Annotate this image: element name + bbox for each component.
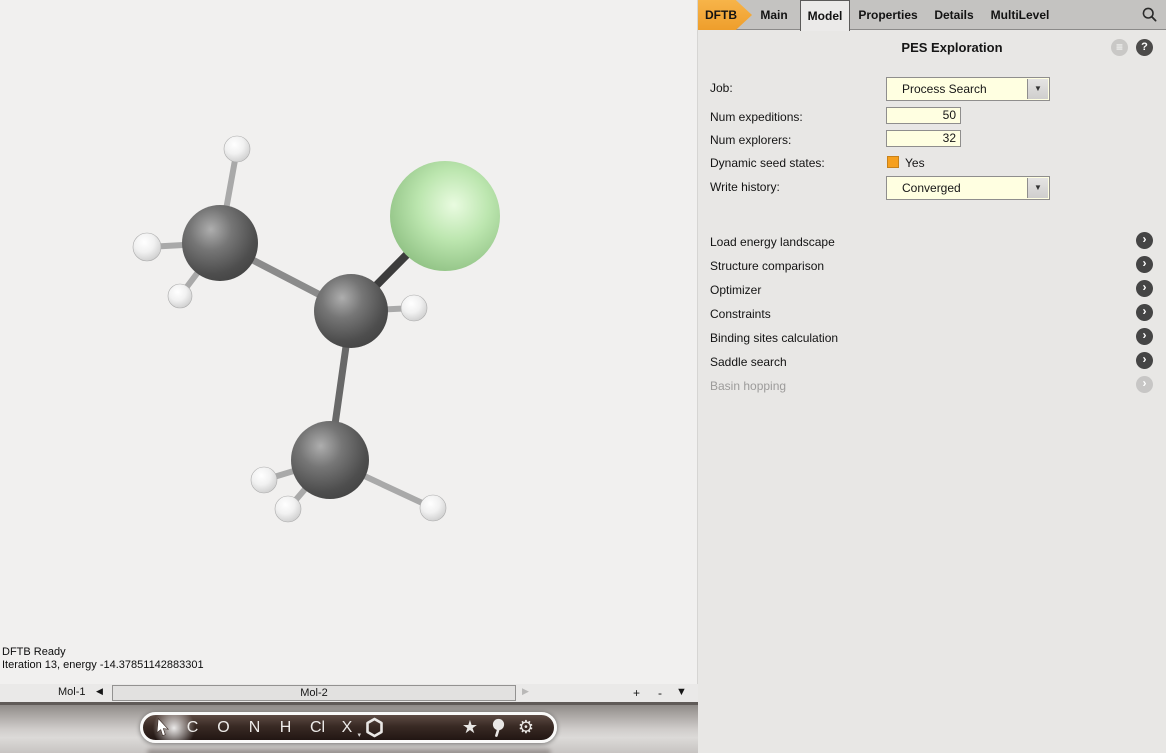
link-constraints: Constraints › [698,304,1166,328]
dynamic-seed-value: Yes [905,156,925,170]
add-molecule-button[interactable]: + [633,686,640,700]
tab-model[interactable]: Model [800,0,850,31]
atom-H[interactable] [275,496,301,522]
link-basin-hopping: Basin hopping › [698,376,1166,400]
link-label[interactable]: Saddle search [710,355,787,369]
element-cl-button[interactable]: Cl [301,712,334,743]
status-line-engine: DFTB Ready [2,646,204,659]
atom-H[interactable] [168,284,192,308]
search-icon[interactable] [1141,6,1159,24]
link-label: Basin hopping [710,379,786,393]
element-x-label: X [342,719,353,736]
settings-tool-button[interactable]: ⚙ [512,712,540,743]
atom-H[interactable] [224,136,250,162]
balloon-icon [490,718,506,738]
chevron-right-icon[interactable]: › [1136,328,1153,345]
atom-C[interactable] [314,274,388,348]
atom-H[interactable] [133,233,161,261]
link-saddle-search: Saddle search › [698,352,1166,376]
chevron-right-icon: › [1136,376,1153,393]
toolbar-reflection [147,749,551,753]
num-explorers-label: Num explorers: [710,133,791,147]
write-history-dropdown[interactable]: Converged ▼ [886,176,1050,200]
link-label[interactable]: Structure comparison [710,259,824,273]
element-o-button[interactable]: O [208,712,239,743]
panel-tab-bar: DFTB Main Model Properties Details Multi… [698,0,1166,30]
link-load-energy-landscape: Load energy landscape › [698,232,1166,256]
job-label: Job: [710,81,733,95]
status-line-iteration: Iteration 13, energy -14.37851142883301 [2,659,204,672]
element-n-button[interactable]: N [239,712,270,743]
num-expeditions-label: Num expeditions: [710,110,803,124]
link-label[interactable]: Constraints [710,307,771,321]
chevron-right-icon[interactable]: › [1136,304,1153,321]
num-expeditions-input[interactable]: 50 [886,107,961,124]
pointer-tool-button[interactable] [149,718,177,737]
atom-H[interactable] [251,467,277,493]
link-label[interactable]: Binding sites calculation [710,331,838,345]
tab-mol-1[interactable]: Mol-1 [58,686,86,698]
link-label[interactable]: Load energy landscape [710,235,835,249]
remove-molecule-button[interactable]: - [658,686,662,700]
tab-dftb[interactable]: DFTB [698,0,752,30]
tab-mol-2[interactable]: Mol-2 [112,685,516,701]
page-title: PES Exploration [698,40,1166,55]
star-icon: ★ [462,712,478,743]
atom-H[interactable] [420,495,446,521]
ring-tool-button[interactable] [360,717,388,738]
element-x-button[interactable]: X ▾ [334,712,360,743]
balloon-tool-button[interactable] [484,718,512,738]
gear-icon: ⚙ [518,712,534,743]
link-structure-comparison: Structure comparison › [698,256,1166,280]
chevron-right-icon[interactable]: › [1136,280,1153,297]
chevron-right-icon[interactable]: › [1136,352,1153,369]
link-label[interactable]: Optimizer [710,283,761,297]
atom-Cl[interactable] [390,161,500,271]
atom-C[interactable] [182,205,258,281]
prev-molecule-icon[interactable]: ◀ [96,686,103,697]
ams-input-window: DFTB Ready Iteration 13, energy -14.3785… [0,0,1166,753]
molecule-menu-icon[interactable]: ▼ [676,686,687,698]
write-history-value: Converged [902,181,961,195]
job-value: Process Search [902,82,987,96]
status-text: DFTB Ready Iteration 13, energy -14.3785… [2,646,204,672]
cursor-icon [155,718,171,737]
link-optimizer: Optimizer › [698,280,1166,304]
num-explorers-input[interactable]: 32 [886,130,961,147]
atom-H[interactable] [401,295,427,321]
tab-properties[interactable]: Properties [850,0,926,30]
chevron-right-icon[interactable]: › [1136,256,1153,273]
write-history-label: Write history: [710,180,780,194]
molecule-viewport[interactable]: DFTB Ready Iteration 13, energy -14.3785… [0,0,698,684]
dynamic-seed-label: Dynamic seed states: [710,156,825,170]
element-toolbar: C O N H Cl X ▾ ★ [140,712,557,743]
input-panel: DFTB Main Model Properties Details Multi… [698,0,1166,753]
structure-tool-button[interactable]: ★ [456,712,484,743]
job-dropdown[interactable]: Process Search ▼ [886,77,1050,101]
element-h-button[interactable]: H [270,712,301,743]
molecule-tab-bar: Mol-1 ◀ Mol-2 ▶ + - ▼ [0,684,698,702]
molecule-3d-view[interactable] [0,0,698,684]
tab-multilevel[interactable]: MultiLevel [982,0,1058,30]
help-button[interactable]: ? [1136,39,1153,56]
link-binding-sites-calculation: Binding sites calculation › [698,328,1166,352]
hexagon-ring-icon [365,717,384,738]
element-c-button[interactable]: C [177,712,208,743]
tab-details[interactable]: Details [926,0,982,30]
dynamic-seed-checkbox[interactable] [887,156,899,168]
chevron-down-icon[interactable]: ▼ [1027,79,1048,99]
chevron-right-icon[interactable]: › [1136,232,1153,249]
left-column: DFTB Ready Iteration 13, energy -14.3785… [0,0,698,753]
panel-menu-button[interactable]: ≡ [1111,39,1128,56]
next-molecule-icon: ▶ [522,686,529,697]
chevron-down-icon[interactable]: ▼ [1027,178,1048,198]
atom-C[interactable] [291,421,369,499]
question-mark-icon: ? [1141,41,1148,53]
hamburger-icon: ≡ [1116,40,1123,54]
bottom-toolbar-area: C O N H Cl X ▾ ★ [0,702,698,753]
tab-main[interactable]: Main [752,0,796,30]
